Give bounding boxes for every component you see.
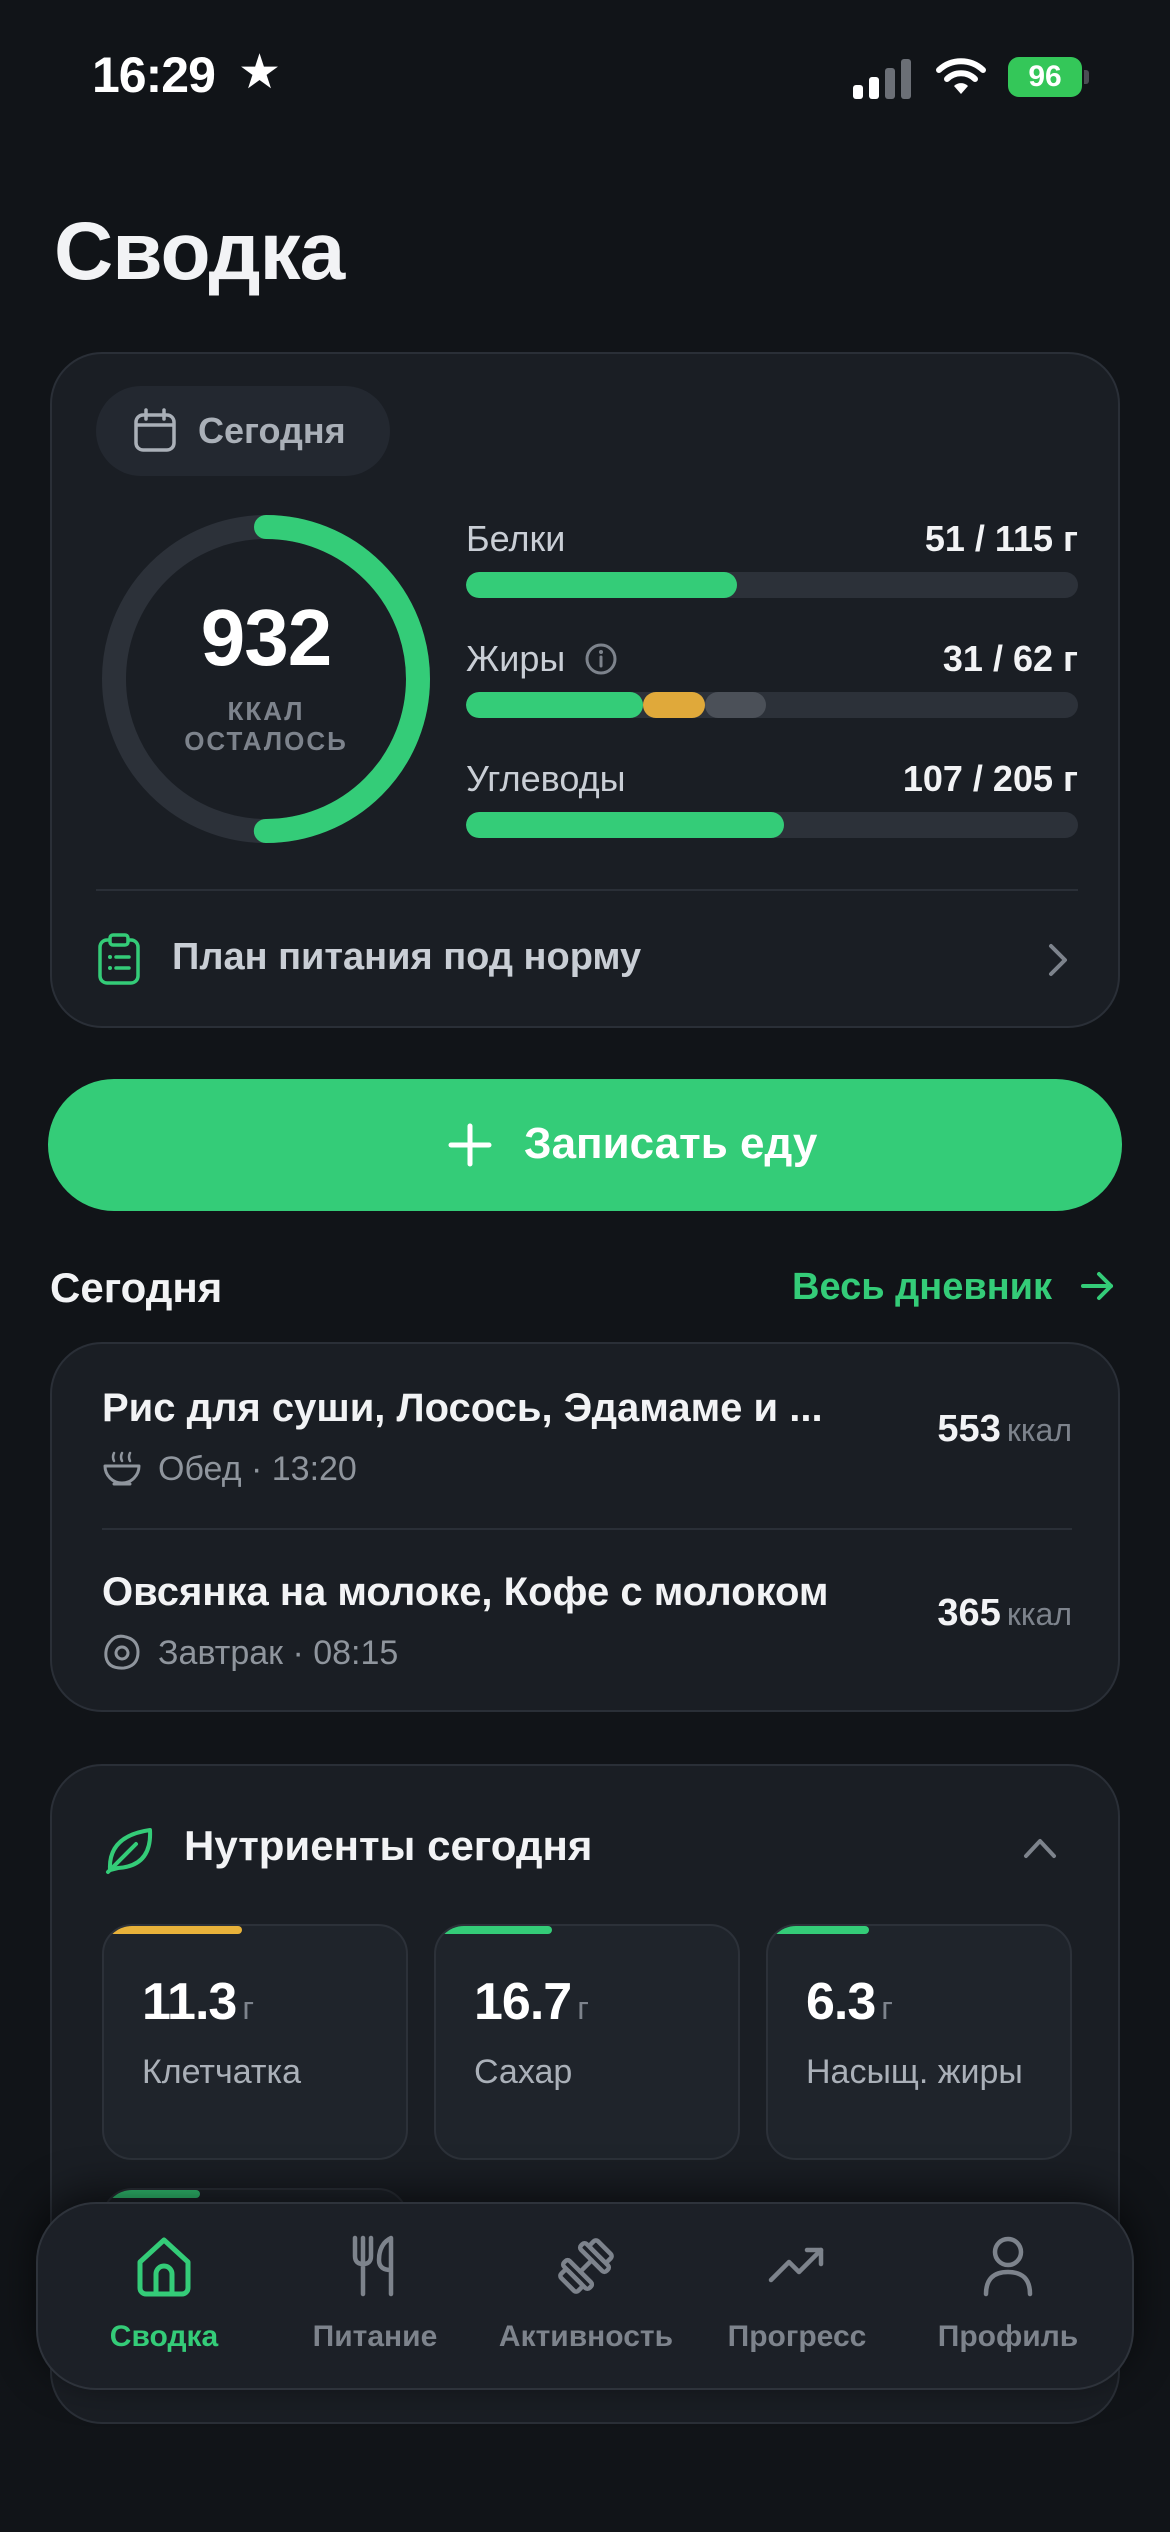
meal-title: Овсянка на молоке, Кофе с молоком — [102, 1570, 829, 1614]
tab-profile[interactable]: Профиль — [908, 2234, 1108, 2374]
tab-label: Активность — [498, 2320, 674, 2353]
meal-plan-label: План питания под норму — [172, 936, 642, 978]
macro-value: 107 / 205 г — [902, 758, 1078, 799]
arrow-right-icon[interactable] — [1080, 1268, 1116, 1304]
tab-nutrition[interactable]: Питание — [275, 2234, 475, 2374]
status-time: 16:29 — [92, 47, 216, 103]
nutrient-value: 16.7 г — [474, 1973, 589, 2031]
chevron-up-icon[interactable] — [1022, 1836, 1058, 1860]
log-food-button[interactable]: Записать еду — [48, 1079, 1122, 1211]
clipboard-list-icon — [98, 933, 140, 985]
macro-value: 31 / 62 г — [942, 638, 1078, 679]
nutrient-progress-bar — [104, 2190, 200, 2198]
info-icon[interactable] — [584, 642, 618, 676]
nutrient-progress-bar — [768, 1926, 869, 1934]
calories-remaining-label: ОСТАЛОСЬ — [184, 726, 348, 756]
meal-item[interactable]: Рис для суши, Лосось, Эдамаме и ... Обед… — [102, 1386, 1072, 1536]
cellular-signal-icon — [853, 59, 911, 99]
nutrient-progress-bar — [104, 1926, 242, 1934]
home-icon — [137, 2237, 191, 2297]
macro-progress-fill — [466, 812, 785, 838]
nutrient-tile-saturated-fat[interactable]: 6.3 г Насыщ. жиры — [766, 1924, 1072, 2160]
calories-remaining: 932 — [200, 593, 332, 682]
macro-progress-fill — [466, 572, 738, 598]
tab-label: Прогресс — [727, 2320, 867, 2353]
macro-progress-track — [466, 692, 1078, 718]
tab-label: Сводка — [109, 2320, 219, 2353]
tab-activity[interactable]: Активность — [486, 2234, 686, 2374]
macro-progress-fill-healthy — [466, 692, 644, 718]
macro-progress-fill-warning — [643, 692, 705, 718]
nutrient-name: Насыщ. жиры — [806, 2053, 1023, 2091]
nutrient-name: Клетчатка — [142, 2053, 301, 2091]
meal-meta: Завтрак · 08:15 — [158, 1634, 399, 1672]
calendar-icon — [134, 408, 176, 452]
today-section-title: Сегодня — [50, 1264, 223, 1311]
macro-value: 51 / 115 г — [924, 518, 1078, 559]
leaf-icon — [106, 1828, 153, 1874]
meal-plan-row[interactable]: План питания под норму — [96, 914, 1078, 1004]
egg-icon — [104, 1634, 140, 1670]
calories-caption: ККАЛ ОСТАЛОСЬ — [96, 696, 436, 756]
meal-item[interactable]: Овсянка на молоке, Кофе с молоком Завтра… — [102, 1570, 1072, 1720]
full-diary-link[interactable]: Весь дневник — [792, 1266, 1052, 1309]
nutrients-title: Нутриенты сегодня — [184, 1822, 593, 1869]
dumbbell-icon — [558, 2238, 614, 2294]
wifi-icon — [936, 58, 986, 94]
nutrient-value: 11.3 г — [142, 1973, 255, 2031]
bottom-tab-bar: Сводка Питание Активность Прогресс Профи… — [36, 2202, 1134, 2390]
divider — [96, 889, 1078, 891]
nutrient-name: Сахар — [474, 2053, 573, 2091]
meals-list: Рис для суши, Лосось, Эдамаме и ... Обед… — [50, 1342, 1120, 1712]
tab-summary[interactable]: Сводка — [64, 2234, 264, 2374]
macro-name: Жиры — [466, 638, 566, 679]
page-title: Сводка — [54, 206, 345, 297]
user-icon — [983, 2236, 1033, 2297]
bowl-icon — [103, 1451, 141, 1486]
macro-progress-track — [466, 572, 1078, 598]
star-icon: ★ — [238, 46, 282, 99]
macro-name: Белки — [466, 518, 566, 559]
plus-icon — [448, 1123, 492, 1167]
battery-level: 96 — [1008, 57, 1082, 97]
date-label: Сегодня — [198, 410, 346, 451]
nutrient-tile-fiber[interactable]: 11.3 г Клетчатка — [102, 1924, 408, 2160]
nutrient-value: 6.3 г — [806, 1973, 893, 2031]
calories-unit: ККАЛ — [227, 696, 305, 726]
battery-icon: 96 — [1008, 57, 1089, 97]
nutrient-progress-bar — [436, 1926, 553, 1934]
meal-title: Рис для суши, Лосось, Эдамаме и ... — [102, 1386, 823, 1430]
tab-label: Профиль — [937, 2320, 1079, 2353]
divider — [102, 1528, 1072, 1530]
log-food-label: Записать еду — [524, 1119, 818, 1168]
date-selector[interactable]: Сегодня — [96, 386, 390, 476]
trending-up-icon — [768, 2247, 824, 2283]
meal-calories: 365 ккал — [937, 1592, 1072, 1634]
meal-calories: 553 ккал — [937, 1408, 1072, 1450]
tab-label: Питание — [312, 2320, 438, 2353]
macro-name: Углеводы — [466, 758, 626, 799]
daily-summary-card: Сегодня 932 ККАЛ ОСТАЛОСЬ Белки 51 / 115… — [50, 352, 1120, 1028]
fork-knife-icon — [352, 2235, 394, 2297]
chevron-right-icon — [1049, 944, 1067, 976]
macro-progress-fill-other — [704, 692, 766, 718]
status-bar: 16:29 ★ 96 — [0, 0, 1170, 150]
tab-progress[interactable]: Прогресс — [697, 2234, 897, 2374]
nutrient-tile-sugar[interactable]: 16.7 г Сахар — [434, 1924, 740, 2160]
macro-progress-track — [466, 812, 1078, 838]
meal-meta: Обед · 13:20 — [158, 1450, 357, 1488]
